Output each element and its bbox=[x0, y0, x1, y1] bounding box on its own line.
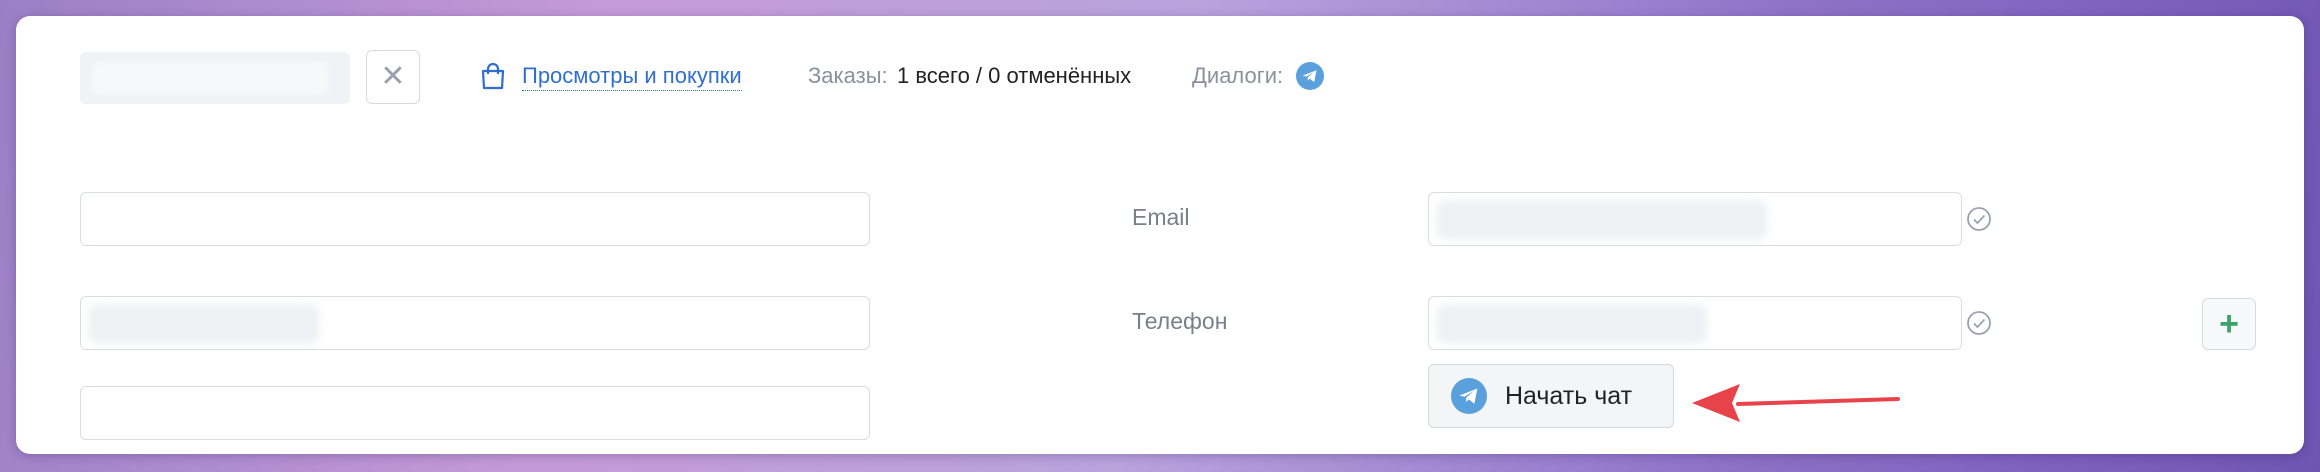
blurred-value bbox=[1437, 305, 1707, 343]
add-phone-button[interactable]: + bbox=[2202, 298, 2256, 350]
telegram-icon[interactable] bbox=[1296, 62, 1324, 90]
start-chat-button[interactable]: Начать чат bbox=[1428, 364, 1674, 428]
client-name-field-blurred[interactable] bbox=[80, 52, 350, 104]
phone-label: Телефон bbox=[1132, 308, 1228, 334]
check-circle-icon bbox=[1967, 207, 1991, 231]
text-input-1[interactable] bbox=[80, 192, 870, 246]
start-chat-label: Начать чат bbox=[1505, 381, 1633, 410]
close-button[interactable]: ✕ bbox=[366, 50, 420, 104]
shopping-bag-icon bbox=[481, 62, 505, 90]
orders-value: 1 всего / 0 отменённых bbox=[897, 63, 1132, 88]
plus-icon: + bbox=[2219, 305, 2239, 343]
telegram-icon bbox=[1451, 378, 1487, 414]
check-circle-icon bbox=[1967, 311, 1991, 335]
arrow-annotation bbox=[1692, 384, 1900, 422]
email-label: Email bbox=[1132, 204, 1190, 230]
text-input-3[interactable] bbox=[80, 386, 870, 440]
email-field[interactable] bbox=[1428, 192, 1962, 246]
orders-label: Заказы: bbox=[808, 63, 888, 88]
text-input-2[interactable] bbox=[80, 296, 870, 350]
dialogs-label: Диалоги: bbox=[1192, 63, 1284, 88]
close-icon: ✕ bbox=[380, 60, 406, 93]
phone-field[interactable] bbox=[1428, 296, 1962, 350]
blurred-value bbox=[1437, 201, 1767, 239]
blurred-value bbox=[89, 305, 319, 343]
views-purchases-link[interactable]: Просмотры и покупки bbox=[522, 62, 742, 91]
